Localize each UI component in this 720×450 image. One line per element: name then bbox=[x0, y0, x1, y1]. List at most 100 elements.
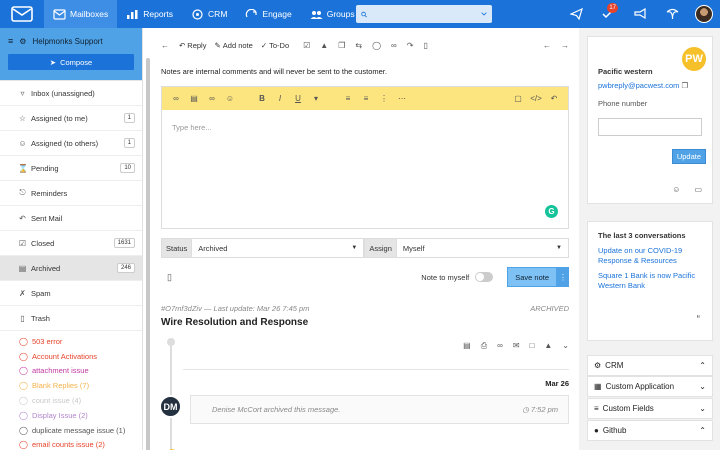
nav-groups[interactable]: Groups bbox=[301, 0, 364, 28]
italic-icon[interactable]: I bbox=[271, 94, 289, 103]
tag-icon[interactable]: ◯ bbox=[372, 41, 381, 50]
quote-icon[interactable]: “ bbox=[697, 314, 700, 325]
send-icon[interactable] bbox=[560, 0, 592, 28]
tag-item[interactable]: ◯ email counts issue (2) bbox=[0, 438, 142, 450]
gear-icon[interactable]: ⚙ bbox=[19, 37, 26, 46]
phone-input[interactable] bbox=[598, 118, 702, 136]
panel-custom-fields[interactable]: ≡ Custom Fields ⌄ bbox=[587, 398, 713, 419]
conversation-view: ← ↶ Reply ✎ Add note ✓ To-Do ☑ ▲ ❐ ⇆ ◯ ∞ ↷ … bbox=[143, 28, 579, 450]
todo-button[interactable]: ✓ To-Do bbox=[261, 41, 289, 50]
more-options-icon[interactable]: ⋮ bbox=[557, 267, 569, 287]
link-icon[interactable]: ∞ bbox=[391, 41, 397, 50]
flask-icon[interactable]: ▲ bbox=[320, 41, 328, 50]
monitor-icon[interactable]: ▭ bbox=[694, 185, 702, 194]
link-icon[interactable]: ∞ bbox=[497, 341, 503, 351]
search-box[interactable] bbox=[356, 5, 492, 23]
tag-item[interactable]: ◯ Blank Replies (7) bbox=[0, 378, 142, 393]
tag-item[interactable]: ◯ 503 error bbox=[0, 334, 142, 349]
copy-icon[interactable]: ❐ bbox=[338, 41, 345, 50]
hamburger-icon[interactable]: ≡ bbox=[8, 36, 13, 46]
nav-mailboxes[interactable]: Mailboxes bbox=[44, 0, 118, 28]
note-editor[interactable]: ∞ ▤ ∞ ☺ B I U ▾ ≡ ≡ ⋮ ⋯ ▢ </> ↶ Type her… bbox=[161, 86, 569, 229]
comment-icon[interactable]: □ bbox=[530, 341, 535, 351]
print-icon[interactable]: ⎙ bbox=[481, 341, 487, 351]
folder-trash[interactable]: ▯ Trash bbox=[0, 306, 142, 331]
forward-icon[interactable]: ↷ bbox=[407, 41, 414, 50]
save-note-button[interactable]: Save note bbox=[507, 267, 557, 287]
conversation-link[interactable]: Square 1 Bank is now Pacific Western Ban… bbox=[598, 271, 708, 291]
prev-arrow-icon[interactable]: ← bbox=[543, 41, 551, 50]
tag-icon: ◯ bbox=[19, 336, 28, 346]
folder-closed[interactable]: ☑ Closed 1631 bbox=[0, 231, 142, 256]
clear-format-icon[interactable]: ↶ bbox=[545, 94, 563, 103]
underline-icon[interactable]: U bbox=[289, 94, 307, 103]
code-icon[interactable]: </> bbox=[527, 94, 545, 103]
help-icon[interactable] bbox=[656, 0, 688, 28]
emoji-icon[interactable]: ☺ bbox=[221, 94, 239, 103]
search-input[interactable] bbox=[371, 7, 481, 21]
panel-custom-application[interactable]: ▦ Custom Application ⌄ bbox=[587, 376, 713, 397]
panel-crm[interactable]: ⚙ CRM ⌃ bbox=[587, 355, 713, 376]
tag-item[interactable]: ◯ Account Activations bbox=[0, 349, 142, 364]
flask-icon[interactable]: ▲ bbox=[544, 341, 552, 351]
grammarly-icon[interactable]: G bbox=[545, 205, 558, 218]
contact-email[interactable]: pwbreply@pacwest.com ❐ bbox=[598, 81, 688, 90]
mailbox-selector[interactable]: ≡ ⚙ Helpmonks Support bbox=[8, 34, 134, 48]
back-arrow-icon[interactable]: ← bbox=[161, 41, 169, 50]
trash-icon[interactable]: ▯ bbox=[167, 272, 172, 283]
groups-icon bbox=[310, 10, 323, 19]
megaphone-icon[interactable] bbox=[624, 0, 656, 28]
trash-icon[interactable]: ▯ bbox=[423, 41, 427, 50]
nav-engage[interactable]: Engage bbox=[236, 0, 300, 28]
link-icon[interactable]: ∞ bbox=[203, 94, 221, 103]
panel-github[interactable]: ● Github ⌃ bbox=[587, 420, 713, 441]
copy-icon[interactable]: ❐ bbox=[682, 81, 689, 90]
text-color-icon[interactable]: ▾ bbox=[307, 94, 325, 103]
message-toolbar: ← ↶ Reply ✎ Add note ✓ To-Do ☑ ▲ ❐ ⇆ ◯ ∞ ↷ … bbox=[161, 38, 569, 52]
collapse-icon[interactable]: ⌄ bbox=[562, 341, 569, 351]
mail-icon[interactable]: ✉ bbox=[513, 341, 520, 351]
tag-item[interactable]: ◯ duplicate message issue (1) bbox=[0, 423, 142, 438]
scrollbar[interactable] bbox=[146, 58, 150, 450]
add-note-button[interactable]: ✎ Add note bbox=[214, 41, 252, 50]
folder-sent[interactable]: ↶ Sent Mail bbox=[0, 206, 142, 231]
snooze-icon[interactable]: ☑ bbox=[303, 41, 310, 50]
align-center-icon[interactable]: ≡ bbox=[357, 94, 375, 103]
compose-button[interactable]: ➤ Compose bbox=[8, 54, 134, 70]
app-logo-icon[interactable] bbox=[0, 0, 44, 28]
list-icon[interactable]: ⋮ bbox=[375, 94, 393, 103]
more-icon[interactable]: ⋯ bbox=[393, 94, 411, 103]
nav-crm[interactable]: CRM bbox=[182, 0, 236, 28]
bold-icon[interactable]: B bbox=[253, 94, 271, 103]
folder-inbox[interactable]: ▿ Inbox (unassigned) bbox=[0, 81, 142, 106]
merge-icon[interactable]: ⇆ bbox=[355, 41, 362, 50]
status-label: Status bbox=[161, 238, 193, 258]
assign-select[interactable]: Myself ▼ bbox=[396, 238, 569, 258]
chevron-down-icon[interactable] bbox=[481, 11, 487, 17]
reply-button[interactable]: ↶ Reply bbox=[179, 41, 206, 50]
nav-reports[interactable]: Reports bbox=[117, 0, 182, 28]
folder-spam[interactable]: ✗ Spam bbox=[0, 281, 142, 306]
export-icon[interactable]: ▤ bbox=[463, 341, 471, 351]
tag-item[interactable]: ◯ attachment issue bbox=[0, 364, 142, 379]
attach-icon[interactable]: ∞ bbox=[167, 94, 185, 103]
align-left-icon[interactable]: ≡ bbox=[339, 94, 357, 103]
image-icon[interactable]: ▤ bbox=[185, 94, 203, 103]
update-button[interactable]: Update bbox=[671, 149, 706, 164]
user-icon[interactable]: ☺ bbox=[672, 185, 680, 194]
tasks-icon[interactable]: 17 bbox=[592, 0, 624, 28]
folder-reminders[interactable]: ⎋ Reminders bbox=[0, 181, 142, 206]
folder-assigned-me[interactable]: ☆ Assigned (to me) 1 bbox=[0, 106, 142, 131]
status-select[interactable]: Archived ▼ bbox=[192, 238, 365, 258]
user-avatar[interactable] bbox=[688, 0, 720, 28]
fullscreen-icon[interactable]: ▢ bbox=[509, 94, 527, 103]
folder-assigned-others[interactable]: ☺ Assigned (to others) 1 bbox=[0, 131, 142, 156]
note-to-myself-toggle[interactable] bbox=[475, 272, 494, 282]
conversation-link[interactable]: Update on our COVID-19 Response & Resour… bbox=[598, 246, 708, 266]
next-arrow-icon[interactable]: → bbox=[561, 41, 569, 50]
folder-archived[interactable]: ▤ Archived 246 bbox=[0, 256, 142, 281]
folder-label: Assigned (to others) bbox=[31, 138, 99, 148]
tag-item[interactable]: ◯ count issue (4) bbox=[0, 393, 142, 408]
folder-pending[interactable]: ⌛ Pending 10 bbox=[0, 156, 142, 181]
tag-item[interactable]: ◯ Display Issue (2) bbox=[0, 408, 142, 423]
